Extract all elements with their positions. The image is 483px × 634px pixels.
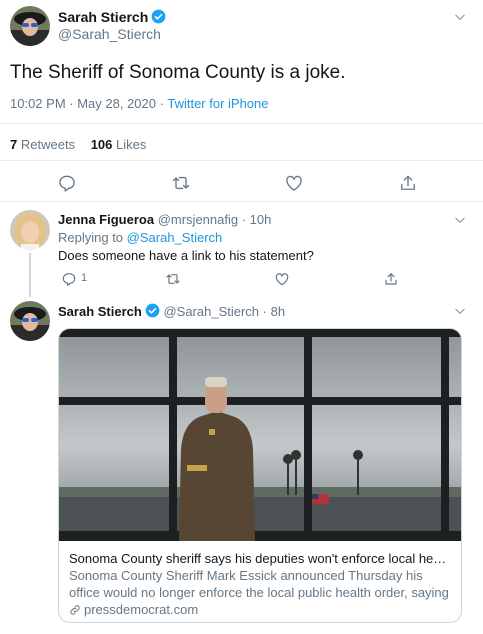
retweets-count: 7 — [10, 137, 18, 152]
card-image — [59, 329, 461, 541]
chevron-down-icon[interactable] — [453, 213, 467, 227]
reply-age[interactable]: · 10h — [242, 212, 272, 227]
reply-icon[interactable] — [57, 173, 77, 193]
card-domain[interactable]: pressdemocrat.com — [84, 601, 198, 618]
likes-label: Likes — [116, 137, 147, 152]
share-icon[interactable] — [398, 173, 418, 193]
verified-icon — [151, 9, 166, 24]
chevron-down-icon[interactable] — [453, 10, 467, 24]
retweet-icon[interactable] — [171, 173, 191, 193]
reply-author-handle[interactable]: @Sarah_Stierch — [163, 304, 259, 319]
replying-to-handle[interactable]: @Sarah_Stierch — [127, 230, 223, 245]
card-description: Sonoma County Sheriff Mark Essick announ… — [69, 568, 449, 600]
retweet-icon[interactable] — [165, 271, 181, 287]
reply-text: Does someone have a link to his statemen… — [58, 248, 314, 263]
divider — [0, 160, 483, 161]
likes-stat[interactable]: 106 Likes — [91, 137, 147, 152]
author-handle[interactable]: @Sarah_Stierch — [58, 26, 166, 43]
retweets-label: Retweets — [20, 137, 76, 152]
link-card[interactable]: Sonoma County sheriff says his deputies … — [58, 328, 462, 623]
replying-to-label: Replying to — [58, 230, 124, 245]
tweet-source[interactable]: Twitter for iPhone — [167, 96, 268, 111]
divider — [0, 123, 483, 124]
reply-avatar[interactable] — [10, 210, 50, 250]
avatar-image — [10, 301, 50, 341]
avatar-image — [10, 6, 50, 46]
reply-count: 1 — [81, 272, 88, 284]
avatar[interactable] — [10, 6, 50, 46]
reply-author-name[interactable]: Jenna Figueroa — [58, 212, 154, 227]
retweets-stat[interactable]: 7 Retweets — [10, 137, 75, 152]
like-icon[interactable] — [274, 271, 290, 287]
reply-icon[interactable] — [61, 271, 77, 287]
reply-age[interactable]: · 8h — [263, 304, 285, 319]
like-icon[interactable] — [284, 173, 304, 193]
tweet-timestamp[interactable]: 10:02 PM · May 28, 2020 — [10, 96, 156, 111]
tweet-text: The Sheriff of Sonoma County is a joke. — [10, 62, 346, 83]
divider — [0, 201, 483, 202]
separator-dot: · — [159, 96, 164, 111]
reply-author-name[interactable]: Sarah Stierch — [58, 304, 142, 319]
link-icon — [69, 604, 81, 616]
reply-avatar[interactable] — [10, 301, 50, 341]
author-name[interactable]: Sarah Stierch — [58, 9, 148, 25]
likes-count: 106 — [90, 137, 113, 152]
avatar-image — [10, 210, 50, 250]
chevron-down-icon[interactable] — [453, 304, 467, 318]
thread-line — [29, 253, 31, 297]
reply-author-handle[interactable]: @mrsjennafig — [158, 212, 238, 227]
verified-icon — [145, 303, 160, 318]
share-icon[interactable] — [383, 271, 399, 287]
card-title[interactable]: Sonoma County sheriff says his deputies … — [69, 550, 451, 567]
